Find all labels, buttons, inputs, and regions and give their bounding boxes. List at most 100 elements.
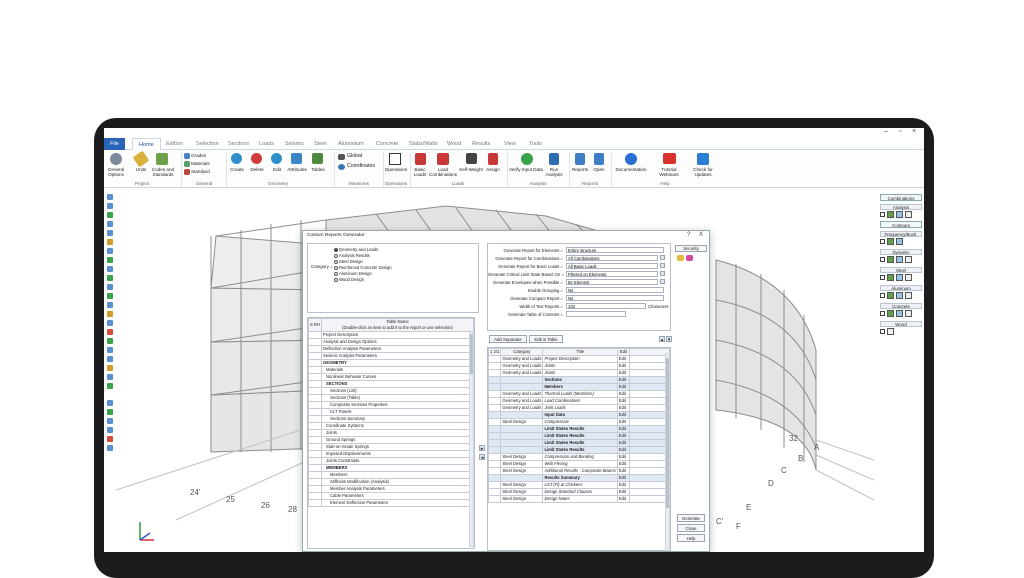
dynamic-table-icon[interactable] — [896, 256, 903, 263]
delete-button[interactable]: Delete — [247, 167, 267, 172]
close-button[interactable]: × — [912, 128, 916, 135]
create-button[interactable]: Create — [228, 167, 246, 172]
table-row[interactable]: Sections (Table) — [308, 394, 474, 402]
table-row[interactable]: Imposed Displacements — [308, 450, 474, 458]
tool-icon[interactable] — [107, 212, 113, 218]
edit-button[interactable]: Edit — [268, 167, 286, 172]
move-up-button[interactable]: ▲ — [659, 336, 665, 342]
table-row[interactable]: Steel Design Additional Results - Composi… — [488, 467, 670, 475]
left-scrollbar[interactable] — [469, 331, 474, 547]
table-row[interactable]: Stiffness Modification (Analysis) — [308, 478, 474, 486]
tab-file[interactable]: File — [104, 138, 125, 150]
table-row[interactable]: Cable Parameters — [308, 492, 474, 500]
table-row[interactable]: Limit States Results Edit — [488, 425, 670, 433]
aluminum-diagram-icon[interactable] — [887, 292, 894, 299]
options-side-button[interactable] — [660, 263, 665, 268]
concrete-table-icon[interactable] — [896, 310, 903, 317]
tab-concrete[interactable]: Concrete — [376, 139, 398, 149]
table-row[interactable]: Project Description — [308, 331, 474, 339]
steel-checkbox[interactable] — [880, 275, 885, 280]
materials-button[interactable]: Materials — [191, 161, 210, 166]
operations-button[interactable]: Operations — [383, 167, 409, 172]
table-row[interactable]: Input Data Edit — [488, 411, 670, 419]
table-row[interactable]: Member Analysis Parameters — [308, 485, 474, 493]
move-down-button[interactable]: ▼ — [666, 336, 672, 342]
table-row[interactable]: Steel Design Web Flexing Edit — [488, 460, 670, 468]
tables-button[interactable]: Tables — [309, 167, 327, 172]
tool-icon[interactable] — [107, 284, 113, 290]
global-button[interactable]: Global — [347, 153, 362, 159]
aluminum-checkbox[interactable] — [880, 293, 885, 298]
run-analysis-button[interactable]: Run Analysis — [543, 167, 565, 177]
grades-button[interactable]: Grades — [191, 153, 206, 158]
steel-table-icon[interactable] — [896, 274, 903, 281]
table-row[interactable]: Steel Design Compression and Bending Edit — [488, 453, 670, 461]
tool-icon[interactable] — [107, 409, 113, 415]
table-row[interactable]: Materials — [308, 366, 474, 374]
tab-view[interactable]: View — [504, 139, 516, 149]
table-row[interactable]: Geometry and Loads Joints Edit — [488, 362, 670, 370]
aluminum-report-icon[interactable] — [905, 292, 912, 299]
open-report-button[interactable]: Open — [590, 167, 608, 172]
right-scrollbar[interactable] — [665, 353, 670, 549]
edit-in-table-button[interactable]: Edit in Table — [529, 335, 563, 343]
table-row[interactable]: CLT Panels — [308, 408, 474, 416]
table-row[interactable]: Analysis and Design Options — [308, 338, 474, 346]
self-weight-button[interactable]: Self-Weight — [458, 167, 484, 172]
tab-selection[interactable]: Selection — [196, 139, 219, 149]
table-row[interactable]: Coordinate Systems — [308, 422, 474, 430]
concrete-diagram-icon[interactable] — [887, 310, 894, 317]
table-row[interactable]: Steel Design L/Cf (Fl) at Chickens Edit — [488, 481, 670, 489]
envelopes-select[interactable]: By Element — [566, 279, 658, 285]
add-table-button[interactable]: ► — [479, 445, 485, 451]
security-button[interactable]: Security — [675, 245, 707, 252]
tool-icon[interactable] — [107, 293, 113, 299]
tool-icon[interactable] — [107, 203, 113, 209]
tool-icon[interactable] — [107, 320, 113, 326]
tab-slabs-walls[interactable]: Slabs/Walls — [409, 139, 438, 149]
save-icon[interactable] — [686, 255, 693, 261]
tool-icon[interactable] — [107, 221, 113, 227]
table-row[interactable]: Steel Design Compressive Edit — [488, 418, 670, 426]
frequency-table-icon[interactable] — [896, 238, 903, 245]
check-updates-button[interactable]: Check for Updates — [689, 167, 717, 177]
tool-icon[interactable] — [107, 257, 113, 263]
table-row[interactable]: Seismic Analysis Parameters — [308, 352, 474, 360]
analysis-checkbox[interactable] — [880, 212, 885, 217]
units-button[interactable]: Units — [132, 167, 150, 172]
category-radio[interactable]: Wood Design — [334, 277, 364, 282]
concrete-checkbox[interactable] — [880, 311, 885, 316]
tab-edition[interactable]: Edition — [166, 139, 183, 149]
table-row[interactable]: Nonlinear Behavior Curves — [308, 373, 474, 381]
load-combinations-button[interactable]: Load Combinations — [429, 167, 457, 177]
compact-report-select[interactable]: No — [566, 295, 664, 301]
dialog-close-x[interactable]: X — [699, 232, 703, 238]
concrete-report-icon[interactable] — [905, 310, 912, 317]
wood-checkbox[interactable] — [880, 329, 885, 334]
combinations-button[interactable]: Combinations — [880, 194, 922, 201]
aluminum-table-icon[interactable] — [896, 292, 903, 299]
tab-sections[interactable]: Sections — [228, 139, 249, 149]
basic-loads-button[interactable]: Basic Loads — [411, 167, 429, 177]
codes-standards-button[interactable]: Codes and Standards — [150, 167, 176, 177]
tool-icon[interactable] — [107, 374, 113, 380]
table-row[interactable]: Joints — [308, 429, 474, 437]
table-row[interactable]: Sections (List) — [308, 387, 474, 395]
grouping-select[interactable]: No — [566, 287, 664, 293]
table-row[interactable]: Members — [308, 471, 474, 479]
elements-select[interactable]: Entire structure — [566, 247, 664, 253]
tool-icon[interactable] — [107, 427, 113, 433]
table-row[interactable]: SECTIONS — [308, 380, 474, 388]
table-row[interactable]: Joints Constraints — [308, 457, 474, 465]
frequency-checkbox[interactable] — [880, 239, 885, 244]
table-row[interactable]: Geometry and Loads Project Description Edi… — [488, 355, 670, 363]
wood-report-icon[interactable] — [887, 328, 894, 335]
tool-icon[interactable] — [107, 311, 113, 317]
tutorial-webinars-button[interactable]: Tutorial Webinars — [652, 167, 686, 177]
tool-icon[interactable] — [107, 275, 113, 281]
tool-icon[interactable] — [107, 400, 113, 406]
table-row[interactable]: Sections Edit — [488, 376, 670, 384]
table-row[interactable]: Results Summary Edit — [488, 474, 670, 482]
dynamic-diagram-icon[interactable] — [887, 256, 894, 263]
table-row[interactable]: MEMBERS — [308, 464, 474, 472]
